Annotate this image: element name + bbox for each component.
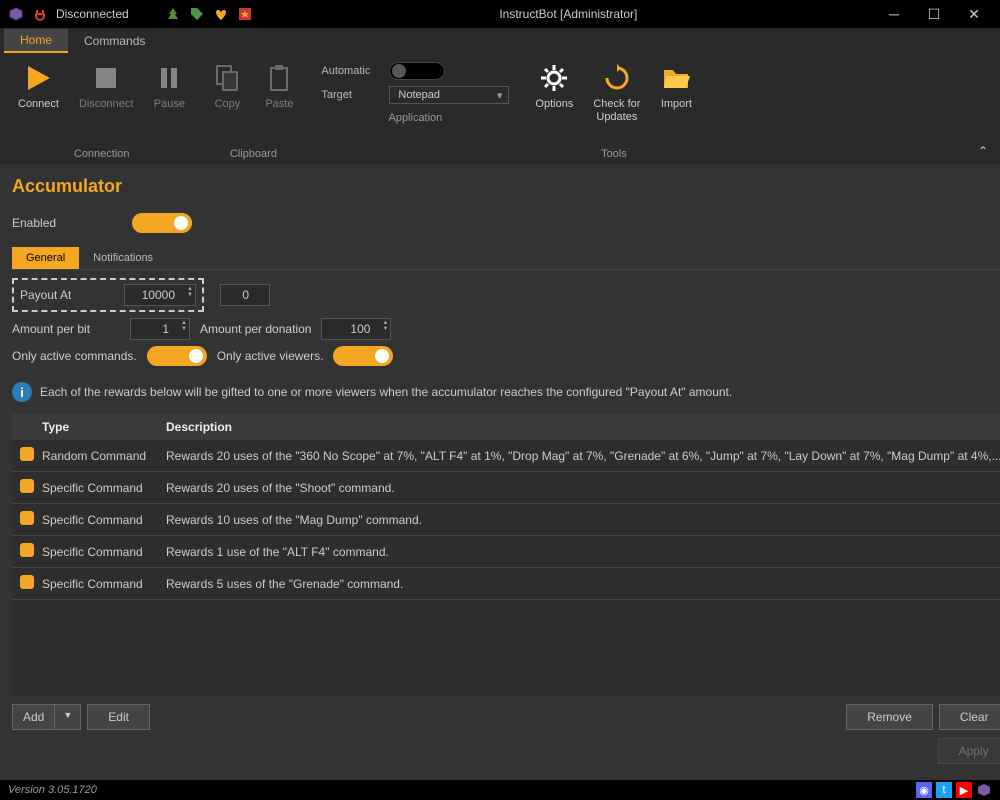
tab-general[interactable]: General <box>12 247 79 269</box>
ribbon-group-tools: Tools <box>601 146 627 164</box>
copy-button: Copy <box>203 58 251 115</box>
info-icon: i <box>12 382 32 402</box>
copy-icon <box>211 62 243 94</box>
ribbon-collapse-button[interactable]: ⌃ <box>978 144 988 158</box>
ribbon-group-application: Application <box>388 110 442 128</box>
add-dropdown[interactable]: ▼ <box>55 704 81 730</box>
only-active-viewers-label: Only active viewers. <box>217 349 324 363</box>
row-description: Rewards 10 uses of the "Mag Dump" comman… <box>158 506 1000 534</box>
content-area: Accumulator Enabled General Notification… <box>0 164 1000 780</box>
row-type: Random Command <box>34 442 158 470</box>
paste-button: Paste <box>255 58 303 115</box>
row-type: Specific Command <box>34 506 158 534</box>
folder-icon <box>660 62 692 94</box>
row-type: Specific Command <box>34 474 158 502</box>
maximize-button[interactable]: ☐ <box>924 6 944 23</box>
table-row[interactable]: Random CommandRewards 20 uses of the "36… <box>12 440 1000 472</box>
menubar: Home Commands <box>0 28 1000 54</box>
ribbon-group-clipboard: Clipboard <box>230 146 277 164</box>
check-updates-button[interactable]: Check for Updates <box>585 58 648 128</box>
automatic-label: Automatic <box>321 65 379 77</box>
discord-icon[interactable]: ◉ <box>916 782 932 798</box>
connect-button[interactable]: Connect <box>10 58 67 115</box>
window-title: InstructBot [Administrator] <box>253 7 884 21</box>
amount-per-donation-label: Amount per donation <box>200 322 311 336</box>
row-type: Specific Command <box>34 538 158 566</box>
target-label: Target <box>321 89 379 101</box>
import-button[interactable]: Import <box>652 58 700 115</box>
play-icon <box>22 62 54 94</box>
amount-per-bit-label: Amount per bit <box>12 322 120 336</box>
apply-button: Apply <box>938 738 1000 764</box>
target-select[interactable]: Notepad <box>389 86 509 104</box>
disconnect-button: Disconnect <box>71 58 141 115</box>
reward-icon <box>20 543 34 557</box>
connection-status-text: Disconnected <box>56 7 129 21</box>
heart-icon[interactable] <box>213 6 229 22</box>
row-description: Rewards 5 uses of the "Grenade" command. <box>158 570 1000 598</box>
table-row[interactable]: Specific CommandRewards 1 use of the "AL… <box>12 536 1000 568</box>
table-row[interactable]: Specific CommandRewards 20 uses of the "… <box>12 472 1000 504</box>
enabled-label: Enabled <box>12 216 122 230</box>
refresh-icon <box>601 62 633 94</box>
tree-icon[interactable] <box>165 6 181 22</box>
youtube-icon[interactable]: ▶ <box>956 782 972 798</box>
only-active-commands-label: Only active commands. <box>12 349 137 363</box>
amount-per-bit-input[interactable]: 1▲▼ <box>130 318 190 340</box>
titlebar: Disconnected InstructBot [Administrator]… <box>0 0 1000 28</box>
reward-icon <box>20 447 34 461</box>
edit-button[interactable]: Edit <box>87 704 150 730</box>
col-type[interactable]: Type <box>34 414 158 440</box>
statusbar: Version 3.05.1720 ◉ t ▶ <box>0 780 1000 800</box>
payout-at-label: Payout At <box>20 288 116 302</box>
app-small-icon[interactable] <box>976 782 992 798</box>
row-description: Rewards 20 uses of the "360 No Scope" at… <box>158 442 1000 470</box>
twitter-icon[interactable]: t <box>936 782 952 798</box>
options-button[interactable]: Options <box>527 58 581 115</box>
col-description[interactable]: Description <box>158 414 1000 440</box>
remove-button[interactable]: Remove <box>846 704 933 730</box>
ribbon-group-connection: Connection <box>74 146 130 164</box>
menu-home[interactable]: Home <box>4 29 68 53</box>
payout-at-input[interactable]: 10000▲▼ <box>124 284 196 306</box>
version-text: Version 3.05.1720 <box>8 784 97 796</box>
info-text: Each of the rewards below will be gifted… <box>40 385 732 399</box>
row-description: Rewards 20 uses of the "Shoot" command. <box>158 474 1000 502</box>
rewards-table: Type Description Random CommandRewards 2… <box>12 414 1000 696</box>
minimize-button[interactable]: ─ <box>884 6 904 23</box>
reward-icon <box>20 479 34 493</box>
add-button[interactable]: Add <box>12 704 55 730</box>
gear-icon <box>538 62 570 94</box>
app-icon <box>8 6 24 22</box>
row-description: Rewards 1 use of the "ALT F4" command. <box>158 538 1000 566</box>
pause-icon <box>153 62 185 94</box>
only-active-viewers-toggle[interactable] <box>333 346 393 366</box>
only-active-commands-toggle[interactable] <box>147 346 207 366</box>
ribbon: Connect Disconnect Pause Connection Copy… <box>0 54 1000 164</box>
tab-notifications[interactable]: Notifications <box>79 247 167 269</box>
payout-extra-input[interactable]: 0 <box>220 284 270 306</box>
enabled-toggle[interactable] <box>132 213 192 233</box>
stop-icon <box>90 62 122 94</box>
payout-at-highlight: Payout At 10000▲▼ <box>12 278 204 312</box>
row-type: Specific Command <box>34 570 158 598</box>
automatic-toggle[interactable] <box>389 62 445 80</box>
menu-commands[interactable]: Commands <box>68 30 161 52</box>
tag-icon[interactable] <box>189 6 205 22</box>
table-row[interactable]: Specific CommandRewards 5 uses of the "G… <box>12 568 1000 600</box>
clear-button[interactable]: Clear <box>939 704 1000 730</box>
page-title: Accumulator <box>12 172 1000 209</box>
pause-button: Pause <box>145 58 193 115</box>
reward-icon <box>20 511 34 525</box>
star-icon[interactable] <box>237 6 253 22</box>
plug-icon <box>32 6 48 22</box>
table-row[interactable]: Specific CommandRewards 10 uses of the "… <box>12 504 1000 536</box>
reward-icon <box>20 575 34 589</box>
amount-per-donation-input[interactable]: 100▲▼ <box>321 318 391 340</box>
paste-icon <box>263 62 295 94</box>
close-button[interactable]: ✕ <box>964 6 984 23</box>
